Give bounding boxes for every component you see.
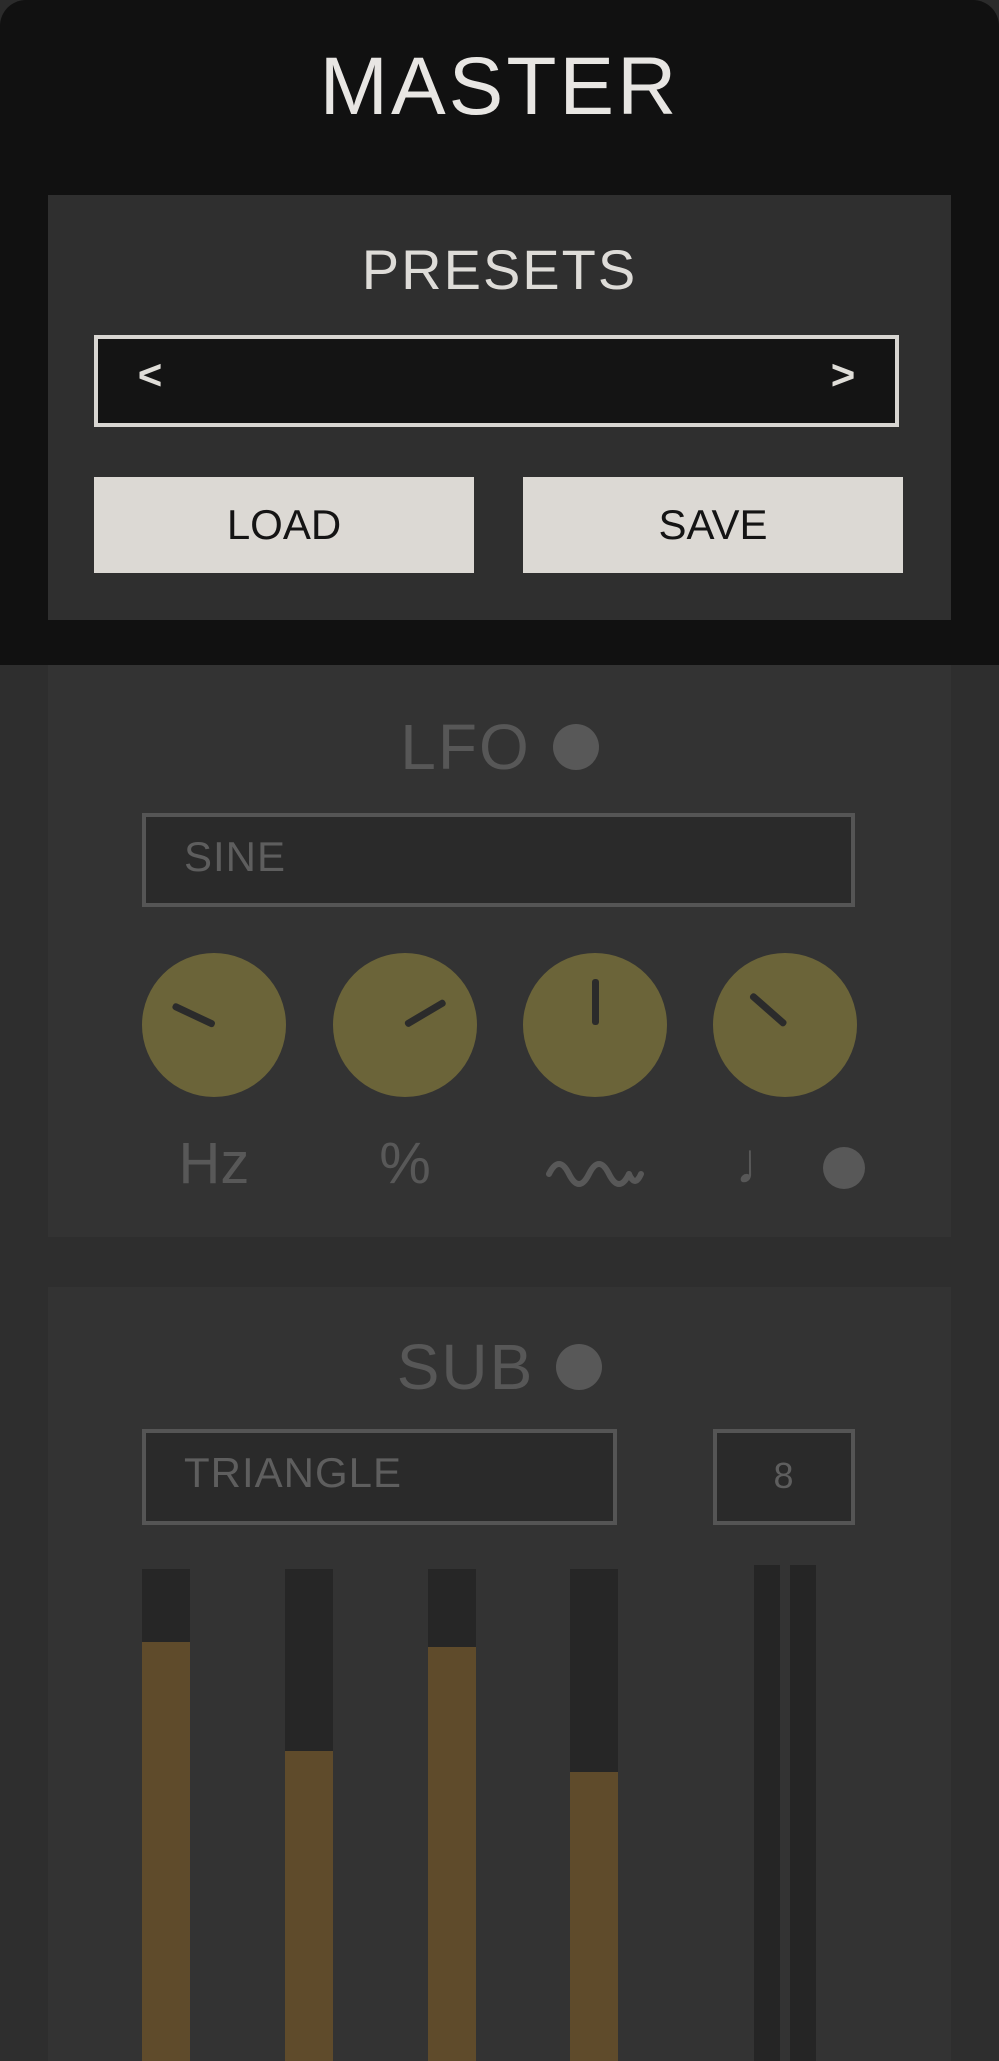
presets-box: PRESETS < > LOAD SAVE	[48, 195, 951, 620]
slider-fill	[570, 1771, 618, 2061]
lfo-title: LFO	[48, 705, 951, 784]
master-title: MASTER	[319, 41, 680, 132]
slider-fill	[142, 1641, 190, 2061]
load-button[interactable]: LOAD	[94, 477, 474, 573]
sub-enable-toggle[interactable]	[556, 1344, 603, 1391]
sub-octave-field[interactable]: 8	[713, 1429, 855, 1525]
preset-selector[interactable]: < >	[94, 335, 899, 427]
sub-section: SUB TRIANGLE 8	[48, 1287, 951, 2061]
sub-title: SUB	[48, 1325, 951, 1404]
knob-indicator	[171, 1002, 216, 1029]
sub-meter-right	[790, 1565, 816, 2061]
sub-slider-3[interactable]	[428, 1569, 476, 2061]
presets-title: PRESETS	[361, 238, 638, 301]
knob-indicator	[403, 998, 447, 1029]
save-button[interactable]: SAVE	[523, 477, 903, 573]
lfo-rate-label: Hz	[178, 1131, 250, 1196]
sub-waveform-value: TRIANGLE	[184, 1449, 403, 1496]
sub-slider-2[interactable]	[285, 1569, 333, 2061]
lfo-shape-wave-icon	[523, 1143, 667, 1210]
lfo-shape-knob[interactable]	[523, 953, 667, 1097]
slider-fill	[285, 1751, 333, 2061]
next-preset-button[interactable]: >	[823, 351, 863, 399]
lfo-sync-toggle[interactable]	[823, 1146, 865, 1189]
sub-waveform-select[interactable]: TRIANGLE	[142, 1429, 617, 1525]
lfo-waveform-value: SINE	[184, 833, 287, 880]
note-icon: ♩	[735, 1131, 793, 1196]
knob-indicator	[748, 991, 788, 1028]
lfo-amount-knob[interactable]	[333, 953, 477, 1097]
lfo-waveform-select[interactable]: SINE	[142, 813, 855, 907]
lfo-enable-toggle[interactable]	[552, 724, 599, 771]
sub-octave-value: 8	[773, 1455, 795, 1496]
lfo-amount-label: %	[379, 1131, 431, 1196]
sub-slider-4[interactable]	[570, 1569, 618, 2061]
sub-title-label: SUB	[396, 1331, 535, 1404]
sub-slider-1[interactable]	[142, 1569, 190, 2061]
master-header: MASTER PRESETS < > LOAD SAVE	[0, 0, 999, 665]
lfo-sync-label-group: ♩	[713, 1130, 913, 1197]
prev-preset-button[interactable]: <	[130, 351, 170, 399]
lfo-section: LFO SINE Hz % ♩	[48, 665, 951, 1237]
lfo-title-label: LFO	[400, 711, 531, 784]
master-panel: MASTER PRESETS < > LOAD SAVE LFO SINE Hz…	[0, 0, 999, 2061]
lfo-sync-knob[interactable]	[713, 953, 857, 1097]
sub-meter-left	[754, 1565, 780, 2061]
lfo-rate-knob[interactable]	[142, 953, 286, 1097]
knob-indicator	[592, 979, 599, 1025]
slider-fill	[428, 1647, 476, 2061]
